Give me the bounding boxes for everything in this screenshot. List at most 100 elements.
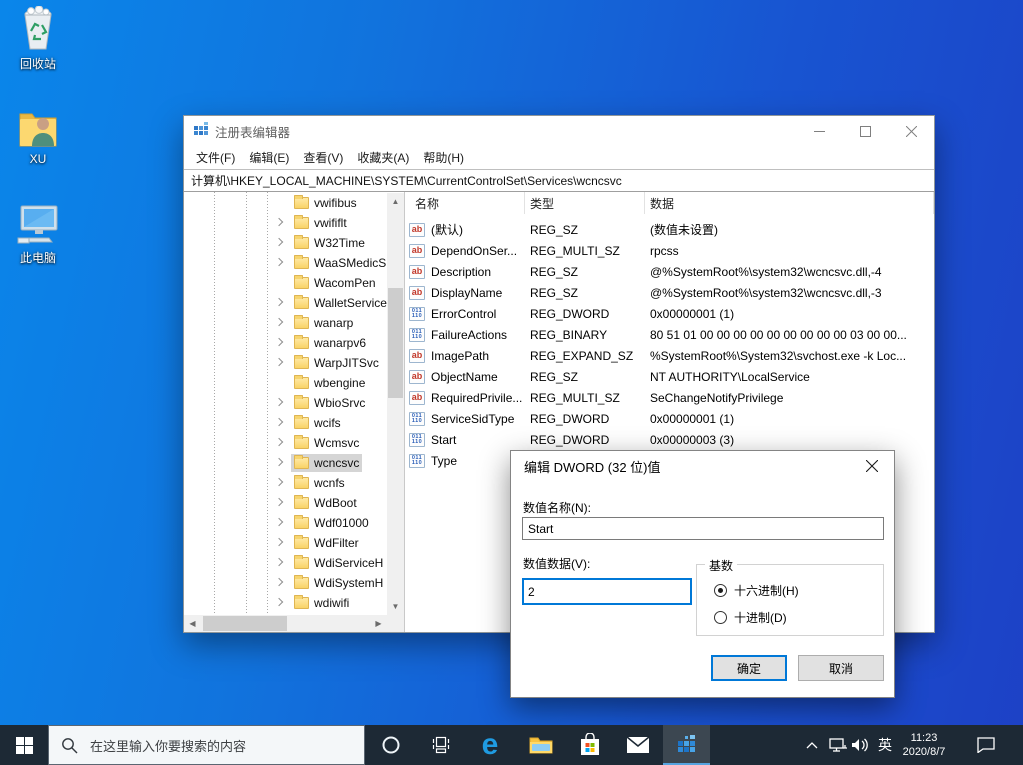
chevron-right-icon[interactable]	[275, 578, 283, 586]
chevron-right-icon[interactable]	[275, 318, 283, 326]
tree-horizontal-scrollbar[interactable]: ◀ ▶	[184, 615, 387, 632]
value-row-DependOnSer...[interactable]: abDependOnSer...REG_MULTI_SZrpcss	[405, 240, 934, 261]
value-row-ErrorControl[interactable]: 011110ErrorControlREG_DWORD0x00000001 (1…	[405, 303, 934, 324]
value-row-Start[interactable]: 011110StartREG_DWORD0x00000003 (3)	[405, 429, 934, 450]
chevron-right-icon[interactable]	[275, 298, 283, 306]
tree-item-content[interactable]: WaaSMedicS	[291, 254, 387, 272]
tree-item-WaaSMedicS[interactable]: WaaSMedicS	[184, 253, 387, 273]
tree-item-WdiServiceH[interactable]: WdiServiceH	[184, 553, 387, 573]
tree-item-content[interactable]: WdBoot	[291, 494, 360, 512]
tree-item-wanarpv6[interactable]: wanarpv6	[184, 333, 387, 353]
task-view-button[interactable]	[418, 725, 464, 765]
tree-item-wcifs[interactable]: wcifs	[184, 413, 387, 433]
column-header-0[interactable]: 名称	[405, 192, 525, 214]
minimize-button[interactable]	[796, 116, 842, 146]
dialog-close-button[interactable]	[849, 451, 894, 481]
value-row-ServiceSidType[interactable]: 011110ServiceSidTypeREG_DWORD0x00000001 …	[405, 408, 934, 429]
tree-item-W32Time[interactable]: W32Time	[184, 233, 387, 253]
tree-item-wdiwifi[interactable]: wdiwifi	[184, 593, 387, 613]
chevron-right-icon[interactable]	[275, 398, 283, 406]
value-row-ObjectName[interactable]: abObjectNameREG_SZNT AUTHORITY\LocalServ…	[405, 366, 934, 387]
scroll-down-icon[interactable]: ▼	[387, 598, 404, 615]
tree-item-content[interactable]: vwififlt	[291, 214, 350, 232]
tree-item-content[interactable]: Wcmsvc	[291, 434, 362, 452]
tree-item-WacomPen[interactable]: WacomPen	[184, 273, 387, 293]
tree-item-content[interactable]: WarpJITSvc	[291, 354, 382, 372]
tree-item-content[interactable]: wcifs	[291, 414, 344, 432]
taskbar-search-input[interactable]: 在这里输入你要搜索的内容	[48, 725, 365, 765]
desktop-icon-recycle-bin[interactable]: 回收站	[2, 6, 74, 72]
menu-item-1[interactable]: 编辑(E)	[242, 149, 296, 166]
regedit-taskbar-button[interactable]	[663, 725, 710, 765]
value-row-ImagePath[interactable]: abImagePathREG_EXPAND_SZ%SystemRoot%\Sys…	[405, 345, 934, 366]
radio-checked-icon[interactable]	[714, 584, 727, 597]
value-row-RequiredPrivile...[interactable]: abRequiredPrivile...REG_MULTI_SZSeChange…	[405, 387, 934, 408]
tree-item-wbengine[interactable]: wbengine	[184, 373, 387, 393]
radio-decimal[interactable]: 十进制(D)	[714, 609, 787, 625]
value-row-FailureActions[interactable]: 011110FailureActionsREG_BINARY80 51 01 0…	[405, 324, 934, 345]
tree-item-WalletService[interactable]: WalletService	[184, 293, 387, 313]
value-row-(默认)[interactable]: ab(默认)REG_SZ(数值未设置)	[405, 219, 934, 240]
value-name-field[interactable]: Start	[522, 517, 884, 540]
taskbar-clock[interactable]: 11:23 2020/8/7	[896, 725, 952, 765]
tree-vertical-scrollbar[interactable]: ▲ ▼	[387, 193, 404, 615]
tree-item-content[interactable]: WdiServiceH	[291, 554, 386, 572]
ok-button[interactable]: 确定	[711, 655, 787, 681]
tree-item-content[interactable]: WbioSrvc	[291, 394, 368, 412]
store-button[interactable]	[567, 725, 613, 765]
chevron-right-icon[interactable]	[275, 598, 283, 606]
tree-item-WarpJITSvc[interactable]: WarpJITSvc	[184, 353, 387, 373]
radio-unchecked-icon[interactable]	[714, 611, 727, 624]
file-explorer-button[interactable]	[518, 725, 564, 765]
tree-item-WdFilter[interactable]: WdFilter	[184, 533, 387, 553]
tree-item-WdiSystemH[interactable]: WdiSystemH	[184, 573, 387, 593]
mail-button[interactable]	[615, 725, 661, 765]
scroll-left-icon[interactable]: ◀	[184, 615, 201, 632]
volume-tray-button[interactable]	[848, 725, 872, 765]
tree-item-content[interactable]: wdiwifi	[291, 594, 352, 612]
scroll-right-icon[interactable]: ▶	[370, 615, 387, 632]
tree-item-content[interactable]: wanarp	[291, 314, 356, 332]
value-data-input[interactable]: 2	[522, 578, 692, 605]
tree-item-WdBoot[interactable]: WdBoot	[184, 493, 387, 513]
chevron-right-icon[interactable]	[275, 458, 283, 466]
tree-item-content[interactable]: vwifibus	[291, 194, 360, 212]
chevron-right-icon[interactable]	[275, 438, 283, 446]
menu-item-0[interactable]: 文件(F)	[189, 149, 242, 166]
tree-item-content[interactable]: WalletService	[291, 294, 387, 312]
tree-item-content[interactable]: WdiSystemH	[291, 574, 386, 592]
cortana-button[interactable]	[368, 725, 414, 765]
scrollbar-thumb[interactable]	[388, 288, 403, 398]
action-center-button[interactable]	[966, 725, 1006, 765]
chevron-right-icon[interactable]	[275, 558, 283, 566]
chevron-right-icon[interactable]	[275, 358, 283, 366]
title-bar[interactable]: 注册表编辑器	[184, 116, 934, 146]
tree-item-content[interactable]: WdFilter	[291, 534, 362, 552]
ime-indicator[interactable]: 英	[872, 725, 898, 765]
network-tray-button[interactable]	[826, 725, 850, 765]
close-button[interactable]	[888, 116, 934, 146]
chevron-right-icon[interactable]	[275, 218, 283, 226]
tree-item-wcnfs[interactable]: wcnfs	[184, 473, 387, 493]
desktop-icon-xu-folder[interactable]: XU	[2, 103, 74, 166]
tree-item-content[interactable]: wcnfs	[291, 474, 348, 492]
tree-item-content[interactable]: Wdf01000	[291, 514, 372, 532]
chevron-right-icon[interactable]	[275, 338, 283, 346]
column-header-1[interactable]: 类型	[525, 192, 645, 214]
chevron-right-icon[interactable]	[275, 418, 283, 426]
maximize-button[interactable]	[842, 116, 888, 146]
cancel-button[interactable]: 取消	[798, 655, 884, 681]
menu-item-4[interactable]: 帮助(H)	[416, 149, 471, 166]
menu-item-3[interactable]: 收藏夹(A)	[350, 149, 416, 166]
address-bar[interactable]: 计算机\HKEY_LOCAL_MACHINE\SYSTEM\CurrentCon…	[184, 169, 934, 192]
dialog-title-bar[interactable]: 编辑 DWORD (32 位)值	[511, 451, 894, 481]
radio-hexadecimal[interactable]: 十六进制(H)	[714, 582, 799, 598]
column-header-2[interactable]: 数据	[645, 192, 934, 214]
tree-item-vwifibus[interactable]: vwifibus	[184, 193, 387, 213]
tree-item-Wcmsvc[interactable]: Wcmsvc	[184, 433, 387, 453]
chevron-right-icon[interactable]	[275, 238, 283, 246]
tree-item-Wdf01000[interactable]: Wdf01000	[184, 513, 387, 533]
tree-item-content[interactable]: wanarpv6	[291, 334, 369, 352]
tree-item-content[interactable]: WacomPen	[291, 274, 379, 292]
chevron-right-icon[interactable]	[275, 478, 283, 486]
